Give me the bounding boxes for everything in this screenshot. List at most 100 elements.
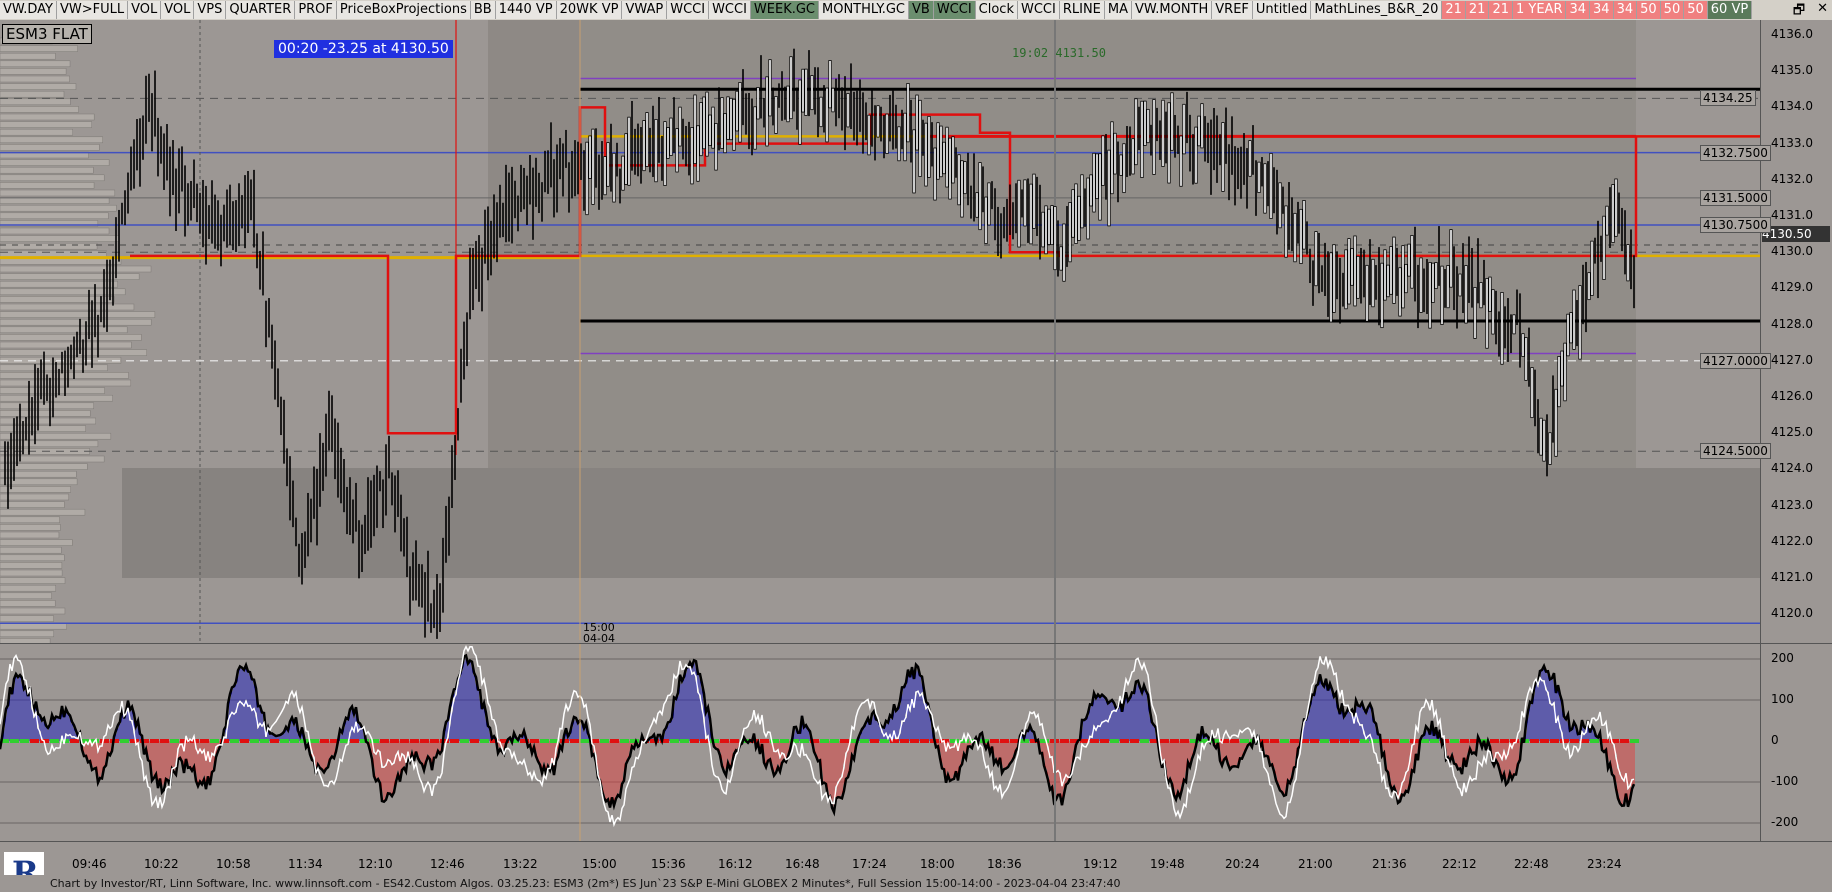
toolbar-button[interactable]: QUARTER [226, 1, 296, 19]
price-tick-label: 4135.0 [1771, 63, 1813, 78]
toolbar-button[interactable]: WEEK.GC [750, 1, 819, 19]
toolbar-button[interactable]: 21 [1489, 1, 1513, 19]
time-tick-label: 11:34 [288, 857, 323, 871]
time-tick-label: 19:48 [1150, 857, 1185, 871]
price-tick-label: 4126.0 [1771, 389, 1813, 403]
footer-status: Chart by Investor/RT, Linn Software, Inc… [0, 875, 1832, 892]
time-tick-label: 18:00 [920, 857, 955, 871]
price-tick-label: 4120.0 [1771, 606, 1813, 621]
toolbar-button[interactable]: Clock [975, 1, 1018, 19]
osc-tick-label: 200 [1771, 651, 1794, 665]
toolbar-button[interactable]: 34 [1613, 1, 1638, 19]
crosshair-price-label: 19:02 4131.50 [1012, 46, 1106, 60]
toolbar-button[interactable]: PROF [295, 1, 337, 19]
toolbar-button[interactable]: VB [909, 1, 934, 19]
time-tick-label: 16:48 [785, 857, 820, 871]
price-tick-label: 4134.0 [1771, 99, 1813, 114]
toolbar-button[interactable]: 34 [1566, 1, 1591, 19]
time-tick-label: 09:46 [72, 857, 107, 871]
price-axis: 4136.0 4135.0 4134.0 4133.0 4132.0 4131.0 4130… [1760, 20, 1832, 643]
toolbar-button[interactable]: VOL [161, 1, 195, 19]
time-tick-label: 21:00 [1298, 857, 1333, 871]
time-tick-label: 23:24 [1587, 857, 1622, 871]
toolbar-button[interactable]: WCCI [933, 1, 976, 19]
toolbar-button[interactable]: MONTHLY.GC [819, 1, 909, 19]
osc-tick-label: 100 [1771, 692, 1794, 706]
time-axis: 09:46 10:22 10:58 11:34 12:10 12:46 13:22 15:00… [0, 841, 1832, 876]
price-tick-label: 4131.0 [1771, 208, 1813, 222]
toolbar-button[interactable]: VREF [1212, 1, 1253, 19]
restore-icon[interactable]: 🗗 [1793, 1, 1805, 19]
toolbar-button[interactable]: VWAP [622, 1, 668, 19]
toolbar-button[interactable]: VW.MONTH [1132, 1, 1213, 19]
toolbar-button[interactable]: 20WK VP [556, 1, 623, 19]
time-tick-label: 13:22 [503, 857, 538, 871]
time-tick-label: 12:46 [430, 857, 465, 871]
time-tick-label: 15:00 [582, 857, 617, 871]
price-tick-label: 4122.0 [1771, 533, 1813, 548]
price-tick-label: 4124.0 [1771, 461, 1813, 476]
toolbar-button[interactable]: PriceBoxProjections [336, 1, 471, 19]
time-tick-label: 12:10 [358, 857, 393, 871]
price-tick-label: 4129.0 [1771, 280, 1813, 295]
level-price-tag: 4130.7500 [1700, 217, 1771, 234]
time-tick-label: 21:36 [1372, 857, 1407, 871]
toolbar-button[interactable]: RLINE [1059, 1, 1105, 19]
level-price-tag: 4132.7500 [1700, 144, 1771, 161]
time-tick-label: 17:24 [852, 857, 887, 871]
toolbar-button[interactable]: WCCI [1017, 1, 1060, 19]
toolbar-button[interactable]: VW>FULL [57, 1, 129, 19]
toolbar-button[interactable]: WCCI [709, 1, 751, 19]
time-tick-label: 10:58 [216, 857, 251, 871]
toolbar-button[interactable]: 50 [1660, 1, 1685, 19]
toolbar-button[interactable]: WCCI [667, 1, 710, 19]
current-price-tag: 4130.50 [1762, 226, 1830, 243]
toolbar-button[interactable]: 1440 VP [495, 1, 557, 19]
price-tick-label: 4128.0 [1771, 316, 1813, 331]
toolbar-button[interactable]: 21 [1442, 1, 1466, 19]
toolbar: VW.DAY VW>FULL VOL VOL VPS QUARTER PROF PriceBo… [0, 0, 1832, 21]
osc-tick-label: 0 [1771, 733, 1779, 747]
time-tick-label: 16:12 [718, 857, 753, 871]
price-tick-label: 4136.0 [1771, 27, 1813, 41]
toolbar-button[interactable]: MA [1104, 1, 1132, 19]
toolbar-button[interactable]: BB [470, 1, 496, 19]
osc-tick-label: -200 [1771, 815, 1799, 829]
toolbar-button[interactable]: 1 YEAR [1513, 1, 1567, 19]
window-controls: 🗗 ✕ [1793, 1, 1828, 19]
time-tick-label: 22:48 [1514, 857, 1549, 871]
toolbar-button[interactable]: 60 VP [1707, 1, 1753, 19]
time-tick-label: 18:36 [987, 857, 1022, 871]
level-price-tag: 4131.5000 [1700, 189, 1771, 206]
time-tick-label: 19:12 [1083, 857, 1118, 871]
toolbar-button[interactable]: 21 [1465, 1, 1490, 19]
price-change-info: 00:20 -23.25 at 4130.50 [274, 40, 453, 58]
price-tick-label: 4127.0 [1771, 352, 1813, 367]
cci-oscillator-chart[interactable] [0, 643, 1760, 842]
osc-tick-label: -100 [1771, 774, 1799, 788]
toolbar-button[interactable]: VPS [194, 1, 227, 19]
oscillator-axis: 200 100 0 -100 -200 [1760, 643, 1832, 842]
time-tick-label: 10:22 [144, 857, 179, 871]
toolbar-button[interactable]: 50 [1637, 1, 1661, 19]
symbol-label: ESM3 FLAT [2, 24, 92, 44]
toolbar-button[interactable]: 50 [1684, 1, 1708, 19]
toolbar-button[interactable]: MathLines_B&R_20 [1311, 1, 1443, 19]
price-tick-label: 4121.0 [1771, 570, 1813, 584]
level-price-tag: 4127.0000 [1700, 352, 1771, 369]
time-tick-label: 15:36 [651, 857, 686, 871]
time-tick-label: 22:12 [1442, 857, 1477, 871]
close-icon[interactable]: ✕ [1817, 1, 1828, 19]
session-start-date: 04-04 [583, 632, 615, 643]
price-tick-label: 4132.0 [1771, 171, 1813, 186]
time-tick-label: 20:24 [1225, 857, 1260, 871]
level-price-tag: 4124.5000 [1700, 443, 1771, 460]
level-price-tag: 4134.25 [1700, 90, 1756, 107]
toolbar-button[interactable]: 34 [1590, 1, 1614, 19]
toolbar-button[interactable]: VOL [128, 1, 162, 19]
price-chart[interactable]: 19:02 4131.5015:0004-04 [0, 20, 1760, 643]
toolbar-button[interactable]: Untitled [1252, 1, 1312, 19]
price-tick-label: 4125.0 [1771, 425, 1813, 440]
toolbar-button[interactable]: VW.DAY [0, 1, 57, 19]
price-tick-label: 4133.0 [1771, 135, 1813, 150]
